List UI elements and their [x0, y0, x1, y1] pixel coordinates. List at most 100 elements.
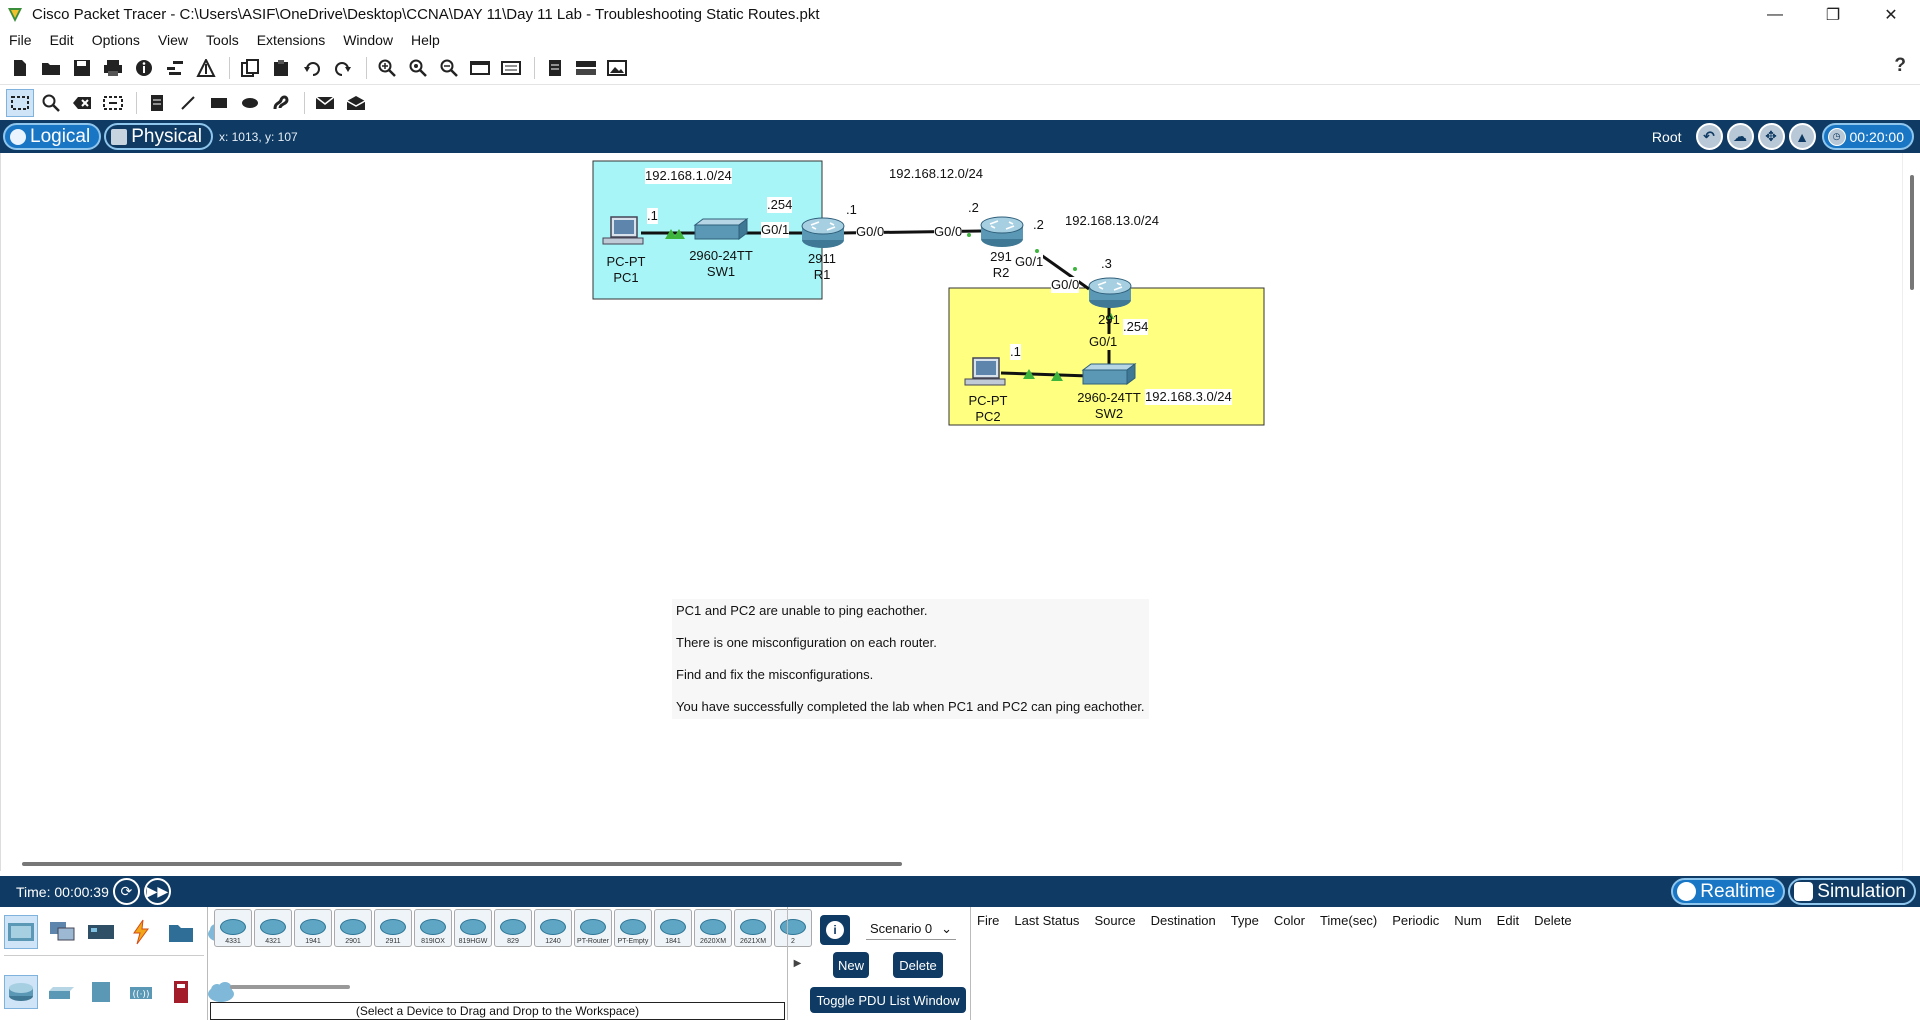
device-model-item[interactable]: 2620XM	[694, 909, 732, 947]
device-model-item[interactable]: PT-Router	[574, 909, 612, 947]
draw-ellipse-icon[interactable]	[236, 89, 264, 117]
workspace-horizontal-scrollbar[interactable]	[0, 852, 1902, 870]
viewport-clock[interactable]: ◷ 00:20:00	[1821, 123, 1914, 150]
simulation-mode-tab[interactable]: Simulation	[1788, 878, 1916, 905]
end-devices-category-icon[interactable]	[44, 915, 78, 949]
close-button[interactable]: ✕	[1862, 0, 1920, 29]
wireless-subcategory-icon[interactable]: ((·))	[124, 975, 158, 1009]
minimize-button[interactable]: —	[1746, 0, 1804, 29]
scenario-info-button[interactable]: i	[820, 915, 850, 945]
freeform-icon[interactable]	[267, 89, 295, 117]
draw-line-icon[interactable]	[174, 89, 202, 117]
new-cluster-icon[interactable]: ☁	[1726, 123, 1754, 150]
save-icon[interactable]	[68, 54, 96, 82]
device-model-item[interactable]: 2901	[334, 909, 372, 947]
resize-shape-icon[interactable]	[99, 89, 127, 117]
zoom-reset-icon[interactable]	[404, 54, 432, 82]
expand-arrow-icon[interactable]: ▶	[787, 907, 807, 1020]
logical-workspace[interactable]: 192.168.1.0/24 192.168.12.0/24 192.168.1…	[0, 153, 1920, 871]
toggle-pdu-list-button[interactable]: Toggle PDU List Window	[810, 987, 966, 1013]
undo-icon[interactable]	[298, 54, 326, 82]
redo-icon[interactable]	[329, 54, 357, 82]
menu-help[interactable]: Help	[402, 32, 449, 48]
drawing-palette-icon[interactable]	[466, 54, 494, 82]
device-model-item[interactable]: 2621XM	[734, 909, 772, 947]
sw2-icon[interactable]	[1081, 363, 1137, 385]
add-simple-pdu-icon[interactable]	[311, 89, 339, 117]
draw-rectangle-icon[interactable]	[205, 89, 233, 117]
zoom-out-icon[interactable]	[435, 54, 463, 82]
set-background-icon[interactable]: ▲	[1788, 123, 1816, 150]
new-scenario-button[interactable]: New	[833, 952, 869, 978]
paste-icon[interactable]	[267, 54, 295, 82]
r1-icon[interactable]	[801, 217, 845, 248]
logical-tab[interactable]: Logical	[3, 123, 102, 150]
device-model-item[interactable]: 4321	[254, 909, 292, 947]
restore-button[interactable]: ❐	[1804, 0, 1862, 29]
back-icon[interactable]: ↶	[1695, 123, 1723, 150]
r2-icon[interactable]	[980, 216, 1024, 247]
device-model-item[interactable]: 819IOX	[414, 909, 452, 947]
add-complex-pdu-icon[interactable]	[342, 89, 370, 117]
info-icon[interactable]	[130, 54, 158, 82]
image-icon[interactable]	[603, 54, 631, 82]
select-tool-icon[interactable]	[6, 89, 34, 117]
components-category-icon[interactable]	[84, 915, 118, 949]
device-model-item[interactable]: 1941	[294, 909, 332, 947]
network-label-r1-r2: 192.168.12.0/24	[889, 166, 983, 182]
menu-options[interactable]: Options	[83, 32, 149, 48]
power-cycle-icon[interactable]: ⟳	[112, 878, 140, 905]
zoom-in-icon[interactable]	[373, 54, 401, 82]
move-object-icon[interactable]: ✥	[1757, 123, 1785, 150]
pdu-list-icon[interactable]	[541, 54, 569, 82]
menu-file[interactable]: File	[0, 32, 41, 48]
device-model-item[interactable]: 819HGW	[454, 909, 492, 947]
realtime-mode-tab[interactable]: Realtime	[1671, 878, 1786, 905]
menu-view[interactable]: View	[149, 32, 197, 48]
custom-device-icon[interactable]	[192, 54, 220, 82]
inspect-tool-icon[interactable]	[37, 89, 65, 117]
help-button[interactable]: ?	[1894, 55, 1906, 77]
menu-tools[interactable]: Tools	[197, 32, 248, 48]
new-file-icon[interactable]	[6, 54, 34, 82]
delete-scenario-button[interactable]: Delete	[893, 952, 943, 978]
menu-edit[interactable]: Edit	[41, 32, 83, 48]
open-folder-icon[interactable]	[37, 54, 65, 82]
root-label[interactable]: Root	[1652, 129, 1682, 145]
activity-wizard-icon[interactable]	[161, 54, 189, 82]
device-model-label: 2911	[385, 938, 401, 945]
pdu-column-header: Last Status	[1014, 913, 1080, 928]
copy-icon[interactable]	[236, 54, 264, 82]
device-model-item[interactable]: 4331	[214, 909, 252, 947]
workspace-vertical-scrollbar[interactable]	[1902, 153, 1920, 871]
device-list-scrollbar[interactable]	[230, 985, 350, 989]
custom-devices-dialog-icon[interactable]	[497, 54, 525, 82]
network-devices-category-icon[interactable]	[4, 915, 38, 949]
device-model-item[interactable]: 829	[494, 909, 532, 947]
hubs-subcategory-icon[interactable]	[84, 975, 118, 1009]
physical-tab[interactable]: Physical	[104, 123, 213, 150]
device-model-item[interactable]: 1841	[654, 909, 692, 947]
miscellaneous-category-icon[interactable]	[164, 915, 198, 949]
device-model-item[interactable]: 1240	[534, 909, 572, 947]
print-icon[interactable]	[99, 54, 127, 82]
scroll-thumb[interactable]	[22, 862, 902, 866]
r3-icon[interactable]	[1088, 277, 1132, 308]
scenario-select[interactable]: Scenario 0 ⌄	[866, 919, 956, 940]
menu-extensions[interactable]: Extensions	[248, 32, 334, 48]
routers-subcategory-icon[interactable]	[4, 975, 38, 1009]
delete-tool-icon[interactable]	[68, 89, 96, 117]
network-info-icon[interactable]	[572, 54, 600, 82]
connections-category-icon[interactable]	[124, 915, 158, 949]
sw1-icon[interactable]	[693, 218, 749, 240]
scroll-thumb[interactable]	[1910, 175, 1914, 290]
security-subcategory-icon[interactable]	[164, 975, 198, 1009]
pdu-column-header: Type	[1230, 913, 1259, 928]
device-model-item[interactable]: PT-Empty	[614, 909, 652, 947]
fast-forward-icon[interactable]: ▶▶	[143, 878, 171, 905]
place-note-icon[interactable]	[143, 89, 171, 117]
switches-subcategory-icon[interactable]	[44, 975, 78, 1009]
lab-instructions-note[interactable]: PC1 and PC2 are unable to ping eachother…	[672, 599, 1149, 719]
device-model-item[interactable]: 2911	[374, 909, 412, 947]
menu-window[interactable]: Window	[334, 32, 402, 48]
